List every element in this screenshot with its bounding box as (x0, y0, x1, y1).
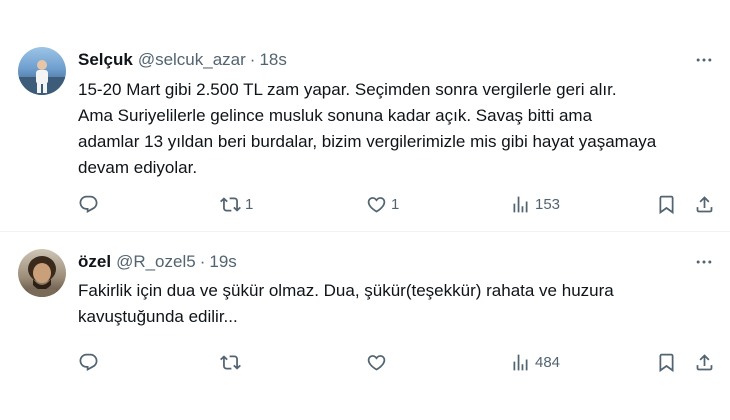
views-icon (513, 354, 528, 370)
bookmark-button[interactable] (656, 192, 677, 216)
view-count: 484 (535, 353, 561, 371)
views-button[interactable]: 153 (510, 192, 560, 216)
like-count: 1 (391, 195, 400, 213)
separator-dot: · (199, 252, 206, 271)
more-icon[interactable] (692, 250, 716, 274)
tweet-text-line: Fakirlik için dua ve şükür olmaz. Dua, ş… (78, 281, 614, 300)
avatar[interactable] (18, 249, 66, 297)
user-handle[interactable]: @selcuk_azar (138, 50, 246, 70)
tweet-text-line: Ama Suriyelilerle gelince musluk sonuna … (78, 106, 593, 125)
reply-button[interactable] (78, 350, 99, 374)
reply-button[interactable] (78, 192, 99, 216)
views-button[interactable]: 484 (510, 350, 560, 374)
retweet-icon (220, 196, 241, 212)
like-button[interactable]: 1 (366, 192, 399, 216)
share-button[interactable] (694, 350, 715, 374)
share-icon (696, 195, 713, 212)
tweet-text: Fakirlik için dua ve şükür olmaz. Dua, ş… (78, 278, 718, 330)
reply-icon (79, 195, 98, 213)
bookmark-button[interactable] (656, 350, 677, 374)
view-count: 153 (535, 195, 561, 213)
separator-dot: · (249, 50, 256, 69)
retweet-button[interactable]: 1 (220, 192, 253, 216)
timestamp[interactable]: 19s (209, 252, 236, 272)
display-name[interactable]: Selçuk (78, 50, 133, 70)
retweet-count: 1 (245, 195, 254, 213)
bookmark-icon (659, 195, 674, 214)
timestamp[interactable]: 18s (259, 50, 286, 70)
bookmark-icon (659, 353, 674, 372)
action-bar: 1 1 153 (78, 192, 718, 216)
tweet-text-line: devam ediyolar. (78, 158, 198, 177)
more-icon[interactable] (692, 48, 716, 72)
user-handle[interactable]: @R_ozel5 (116, 252, 196, 272)
tweet-text: 15-20 Mart gibi 2.500 TL zam yapar. Seçi… (78, 77, 718, 181)
retweet-icon (220, 354, 241, 370)
tweet-header: Selçuk @selcuk_azar · 18s (78, 50, 287, 70)
like-icon (367, 196, 386, 213)
tweet-text-line: 15-20 Mart gibi 2.500 TL zam yapar. Seçi… (78, 80, 617, 99)
action-bar: 484 (78, 350, 718, 374)
tweet-text-line: adamlar 13 yıldan beri burdalar, bizim v… (78, 132, 657, 151)
share-icon (696, 353, 713, 370)
avatar[interactable] (18, 47, 66, 95)
reply-icon (79, 353, 98, 371)
tweet-1[interactable]: Selçuk @selcuk_azar · 18s 15-20 Mart gib… (0, 0, 730, 232)
retweet-button[interactable] (220, 350, 245, 374)
tweet-header: özel @R_ozel5 · 19s (78, 252, 237, 272)
share-button[interactable] (694, 192, 715, 216)
like-button[interactable] (366, 350, 391, 374)
display-name[interactable]: özel (78, 252, 111, 272)
tweet-text-line: kavuştuğunda edilir... (78, 307, 238, 326)
views-icon (513, 196, 528, 212)
tweet-2[interactable]: özel @R_ozel5 · 19s Fakirlik için dua ve… (0, 232, 730, 420)
like-icon (367, 354, 386, 371)
